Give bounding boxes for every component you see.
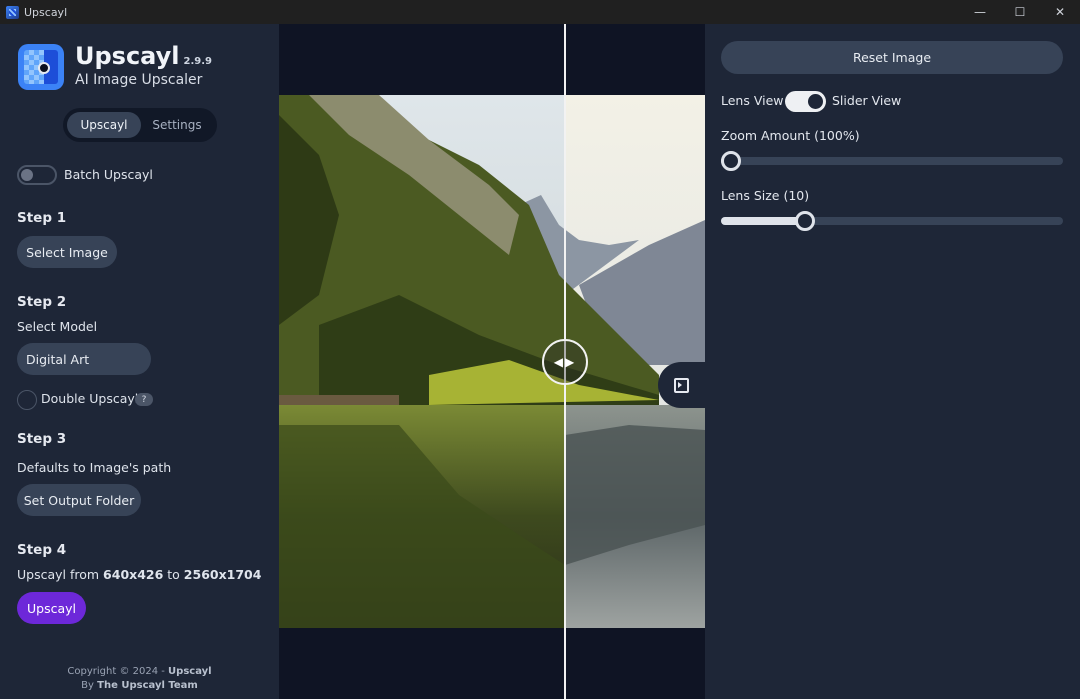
batch-upscayl-label: Batch Upscayl (64, 167, 153, 182)
brand-subtitle: AI Image Upscaler (75, 72, 203, 88)
copyright-brand: Upscayl (168, 666, 212, 677)
maximize-button[interactable]: ☐ (1000, 0, 1040, 24)
brand: Upscayl 2.9.9 AI Image Upscaler (75, 42, 212, 88)
switch-knob (808, 94, 823, 109)
zoom-amount-label: Zoom Amount (100%) (721, 128, 860, 143)
batch-upscayl-toggle[interactable] (17, 165, 57, 185)
select-image-button[interactable]: Select Image (17, 236, 117, 268)
copyright-prefix: Copyright © 2024 - (67, 666, 169, 677)
app-icon (6, 5, 19, 19)
landscape-image (279, 95, 705, 628)
upscayl-logo (18, 44, 64, 90)
credits-line: By The Upscayl Team (0, 680, 279, 691)
window-title: Upscayl (24, 5, 68, 19)
model-select-value: Digital Art (26, 351, 90, 367)
set-output-folder-button[interactable]: Set Output Folder (17, 484, 141, 516)
version-badge: 2.9.9 (183, 56, 212, 67)
image-compare-viewer[interactable]: ◀▶ (279, 24, 705, 699)
double-upscayl-label: Double Upscayl (41, 391, 139, 406)
reset-image-button[interactable]: Reset Image (721, 41, 1063, 74)
model-select[interactable]: Digital Art (17, 343, 151, 375)
step1-title: Step 1 (17, 210, 67, 226)
zoom-amount-slider[interactable] (721, 151, 1063, 171)
output-path-description: Defaults to Image's path (17, 460, 172, 475)
copyright-line: Copyright © 2024 - Upscayl (0, 666, 279, 677)
upscale-size-info: Upscayl from 640x426 to 2560x1704 (17, 567, 261, 582)
lens-size-label: Lens Size (10) (721, 188, 810, 203)
toggle-knob (21, 169, 33, 181)
lens-size-fill (721, 217, 806, 225)
image-options-panel: Reset Image Lens View Slider View Zoom A… (705, 24, 1080, 699)
double-upscayl-checkbox[interactable] (17, 390, 37, 410)
step3-title: Step 3 (17, 431, 67, 447)
upscayl-button[interactable]: Upscayl (17, 592, 86, 624)
toggle-panel-button[interactable] (658, 362, 705, 408)
sidebar: Upscayl 2.9.9 AI Image Upscaler Upscayl S… (0, 24, 279, 699)
zoom-amount-thumb[interactable] (721, 151, 741, 171)
lens-size-slider[interactable] (721, 211, 1063, 231)
from-prefix: Upscayl from (17, 567, 104, 582)
select-model-label: Select Model (17, 319, 98, 334)
minimize-button[interactable]: — (960, 0, 1000, 24)
mode-tabs: Upscayl Settings (63, 108, 217, 142)
slider-view-label: Slider View (832, 93, 902, 108)
credits-team: The Upscayl Team (97, 680, 198, 691)
to-word: to (163, 567, 184, 582)
compare-slider-handle[interactable]: ◀▶ (542, 339, 588, 385)
lens-size-thumb[interactable] (795, 211, 816, 231)
view-mode-switch[interactable] (785, 91, 826, 112)
brand-name: Upscayl (75, 42, 180, 70)
from-size: 640x426 (103, 567, 164, 582)
tab-settings[interactable]: Settings (141, 112, 213, 138)
help-badge[interactable]: ? (135, 393, 153, 406)
panel-collapse-icon (674, 377, 689, 393)
to-size: 2560x1704 (183, 567, 262, 582)
step2-title: Step 2 (17, 294, 67, 310)
step4-title: Step 4 (17, 542, 67, 558)
title-bar: Upscayl — ☐ ✕ (0, 0, 1080, 24)
credits-prefix: By (81, 680, 98, 691)
lens-view-label: Lens View (721, 93, 784, 108)
tab-upscayl[interactable]: Upscayl (67, 112, 141, 138)
close-button[interactable]: ✕ (1040, 0, 1080, 24)
